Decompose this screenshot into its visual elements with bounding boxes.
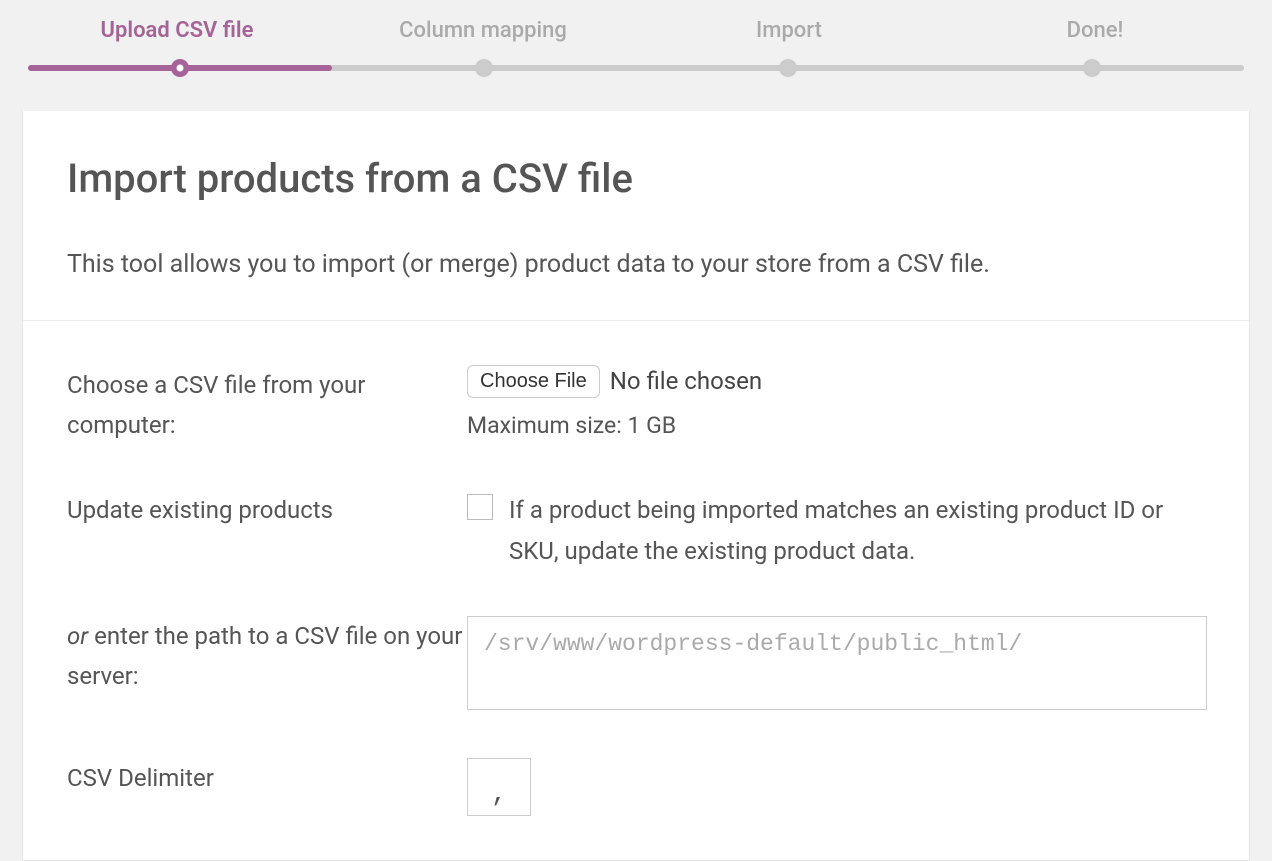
server-path-input[interactable]	[467, 616, 1207, 710]
step-column-mapping[interactable]: Column mapping	[330, 18, 636, 43]
step-import[interactable]: Import	[636, 18, 942, 43]
row-server-path: or enter the path to a CSV file on your …	[67, 616, 1205, 714]
page-title: Import products from a CSV file	[67, 155, 1205, 202]
stepper-marker-3	[779, 59, 797, 77]
choose-file-label: Choose a CSV file from your computer:	[67, 365, 467, 447]
delimiter-label: CSV Delimiter	[67, 758, 467, 799]
delimiter-input[interactable]	[467, 758, 531, 816]
server-path-or: or	[67, 622, 88, 650]
stepper-track	[28, 65, 1244, 71]
page-subtitle: This tool allows you to import (or merge…	[67, 246, 1205, 284]
server-path-label: or enter the path to a CSV file on your …	[67, 616, 467, 698]
update-existing-label: Update existing products	[67, 490, 467, 531]
import-panel: Import products from a CSV file This too…	[22, 111, 1250, 861]
update-existing-description: If a product being imported matches an e…	[509, 490, 1205, 572]
step-done[interactable]: Done!	[942, 18, 1248, 43]
server-path-label-text: enter the path to a CSV file on your ser…	[67, 622, 462, 691]
file-chosen-status: No file chosen	[610, 367, 762, 395]
row-delimiter: CSV Delimiter	[67, 758, 1205, 816]
stepper-marker-1	[171, 59, 189, 77]
row-update-existing: Update existing products If a product be…	[67, 490, 1205, 572]
row-choose-file: Choose a CSV file from your computer: Ch…	[67, 365, 1205, 447]
max-size-hint: Maximum size: 1 GB	[467, 412, 1205, 439]
step-upload-csv[interactable]: Upload CSV file	[24, 18, 330, 43]
update-existing-checkbox[interactable]	[467, 494, 493, 520]
stepper-marker-4	[1083, 59, 1101, 77]
choose-file-button[interactable]: Choose File	[467, 365, 600, 398]
form-body: Choose a CSV file from your computer: Ch…	[23, 321, 1249, 816]
progress-stepper: Upload CSV file Column mapping Import Do…	[0, 0, 1272, 91]
panel-header: Import products from a CSV file This too…	[23, 111, 1249, 321]
stepper-marker-2	[475, 59, 493, 77]
